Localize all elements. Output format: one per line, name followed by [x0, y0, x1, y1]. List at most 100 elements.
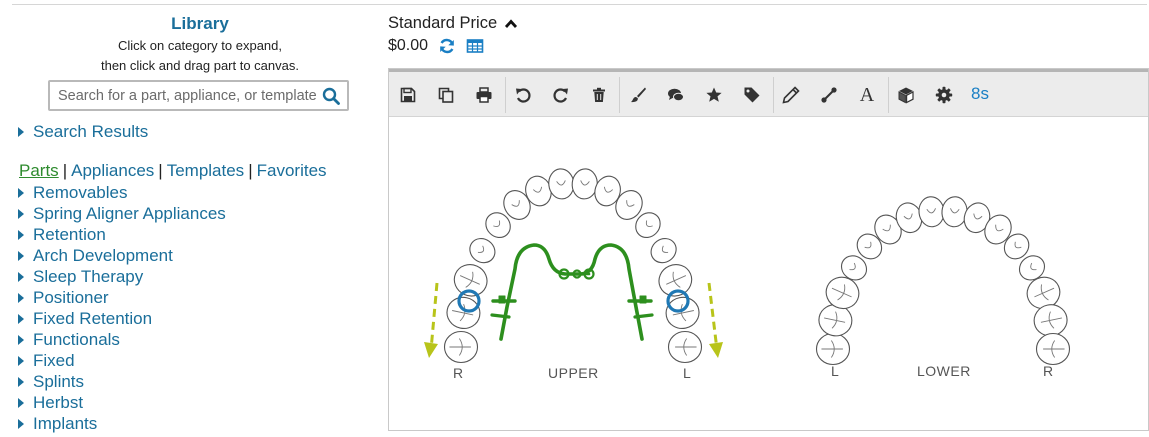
search-icon[interactable] [322, 87, 340, 105]
category-label: Herbst [33, 392, 84, 412]
save-button[interactable] [395, 82, 421, 108]
canvas-toolbar: A 8s [389, 69, 1148, 117]
caret-right-icon [18, 208, 24, 219]
molar-tooth [1035, 332, 1071, 366]
arch-stage[interactable]: R UPPER L L LOWER R [389, 117, 1148, 430]
molar-tooth [667, 330, 703, 364]
upper-arch[interactable] [443, 168, 703, 364]
caret-right-icon [18, 313, 24, 324]
price-title: Standard Price [388, 14, 498, 32]
refresh-icon[interactable] [438, 37, 456, 55]
upper-arch-label: UPPER [548, 365, 599, 381]
text-icon: A [859, 83, 875, 106]
connector-button[interactable] [816, 82, 842, 108]
category-arch-development[interactable]: Arch Development [18, 245, 173, 266]
cube-icon [898, 87, 914, 104]
comment-button[interactable] [663, 82, 689, 108]
comment-icon [668, 88, 684, 102]
table-icon[interactable] [466, 37, 484, 55]
tab-templates[interactable]: Templates [167, 161, 244, 180]
redo-icon [553, 88, 568, 103]
category-label: Splints [33, 371, 85, 391]
lower-arch[interactable] [815, 196, 1071, 366]
molar-tooth [453, 264, 488, 297]
library-panel: Library Click on category to expand, the… [0, 0, 370, 437]
brush-icon [631, 87, 646, 103]
search-input[interactable] [58, 86, 320, 106]
category-fixed[interactable]: Fixed [18, 350, 75, 371]
brush-button[interactable] [625, 82, 651, 108]
tag-button[interactable] [739, 82, 765, 108]
tooth [469, 238, 496, 264]
tag-icon [744, 87, 760, 103]
price-header[interactable]: Standard Price [388, 14, 519, 33]
connector-icon [821, 87, 837, 103]
category-label: Functionals [33, 329, 120, 349]
library-help-line-2: then click and drag part to canvas. [100, 58, 299, 73]
undo-button[interactable] [510, 82, 536, 108]
tab-parts[interactable]: Parts [19, 161, 59, 180]
tab-separator: | [158, 161, 163, 180]
caret-right-icon [18, 271, 24, 282]
category-functionals[interactable]: Functionals [18, 329, 120, 350]
timer-label: 8s [971, 84, 989, 103]
upper-left-label: L [683, 365, 692, 381]
star-icon [706, 87, 722, 102]
category-splints[interactable]: Splints [18, 371, 84, 392]
category-label: Fixed Retention [33, 308, 153, 328]
pencil-icon [782, 86, 800, 104]
category-implants[interactable]: Implants [18, 413, 97, 434]
tooth [650, 238, 677, 264]
settings-button[interactable] [931, 82, 957, 108]
category-label: Spring Aligner Appliances [33, 203, 226, 223]
category-removables[interactable]: Removables [18, 182, 128, 203]
category-label: Arch Development [33, 245, 173, 265]
lower-arch-label: LOWER [917, 363, 971, 379]
category-retention[interactable]: Retention [18, 224, 106, 245]
copy-button[interactable] [433, 82, 459, 108]
tab-favorites[interactable]: Favorites [257, 161, 327, 180]
caret-right-icon [18, 250, 24, 261]
lower-right-label: R [1043, 363, 1054, 379]
caret-right-icon [18, 334, 24, 345]
caret-right-icon [18, 229, 24, 240]
molar-tooth [815, 332, 851, 366]
chevron-up-icon[interactable] [503, 16, 519, 32]
tab-appliances[interactable]: Appliances [71, 161, 154, 180]
tab-separator: | [62, 161, 68, 180]
text-button[interactable]: A [854, 82, 880, 108]
print-icon [476, 87, 492, 103]
trash-icon [593, 87, 605, 102]
category-fixed-retention[interactable]: Fixed Retention [18, 308, 152, 329]
caret-right-icon [18, 418, 24, 429]
category-label: Fixed [33, 350, 75, 370]
design-canvas[interactable]: A 8s R UPPER L L LOWER R [388, 68, 1149, 431]
redo-button[interactable] [548, 82, 574, 108]
search-results-node[interactable]: Search Results [18, 121, 148, 142]
category-herbst[interactable]: Herbst [18, 392, 83, 413]
delete-button[interactable] [586, 82, 612, 108]
search-box [48, 80, 349, 111]
category-label: Retention [33, 224, 106, 244]
toolbar-divider [773, 77, 774, 113]
category-positioner[interactable]: Positioner [18, 287, 109, 308]
appliance-wire[interactable] [490, 243, 654, 341]
price-row: $0.00 [388, 37, 484, 55]
library-title: Library [171, 14, 229, 33]
category-sleep-therapy[interactable]: Sleep Therapy [18, 266, 143, 287]
caret-right-icon [18, 376, 24, 387]
favorite-button[interactable] [701, 82, 727, 108]
undo-icon [516, 88, 531, 103]
print-button[interactable] [471, 82, 497, 108]
category-spring-aligner-appliances[interactable]: Spring Aligner Appliances [18, 203, 226, 224]
copy-icon [438, 87, 454, 103]
3d-view-button[interactable] [893, 82, 919, 108]
toolbar-divider [888, 77, 889, 113]
category-label: Removables [33, 182, 128, 202]
gear-icon [935, 86, 953, 104]
molar-tooth [446, 296, 481, 329]
search-results-label: Search Results [33, 121, 149, 141]
pencil-button[interactable] [778, 82, 804, 108]
lower-left-label: L [831, 363, 840, 379]
category-tabs: Parts | Appliances | Templates | Favorites [19, 161, 327, 181]
